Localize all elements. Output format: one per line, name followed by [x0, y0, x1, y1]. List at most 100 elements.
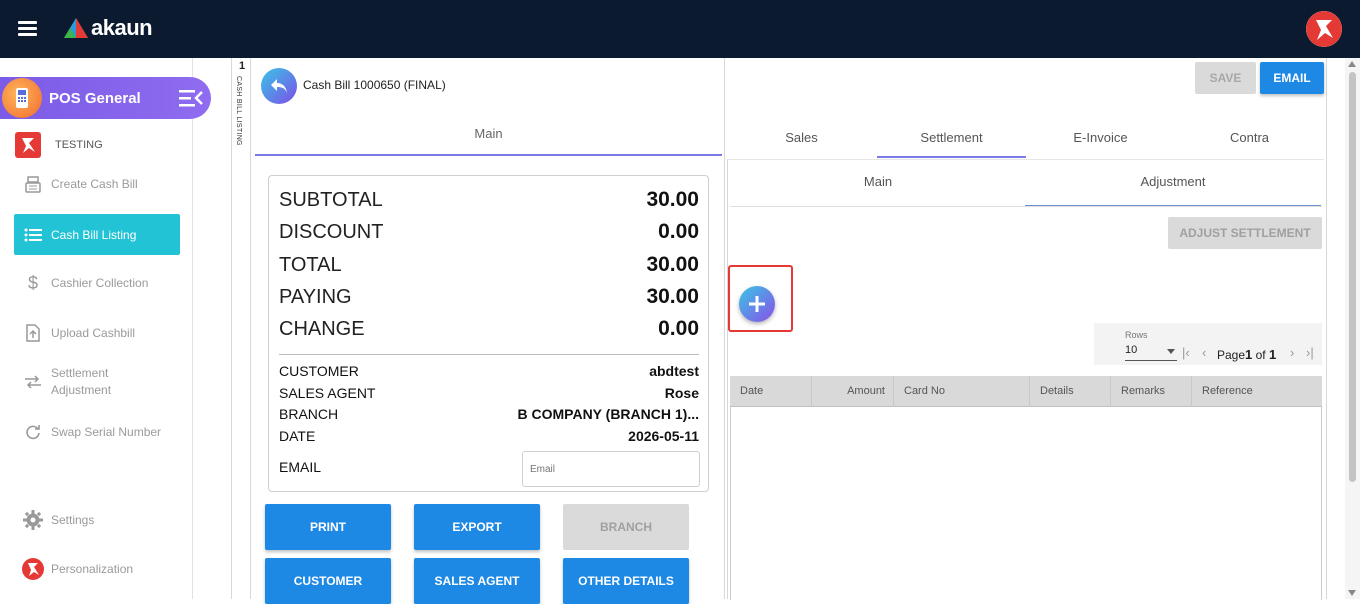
sidebar-item-label: Personalization [51, 562, 134, 576]
app-switcher[interactable]: POS General [0, 77, 211, 119]
total-pages: 1 [1268, 347, 1277, 362]
sales-agent-button[interactable]: SALES AGENT [414, 558, 540, 604]
adjust-settlement-button[interactable]: ADJUST SETTLEMENT [1168, 217, 1322, 249]
sales-agent-value: Rose [664, 385, 699, 401]
current-page: 1 [1245, 347, 1253, 362]
scroll-up-icon[interactable] [1348, 61, 1356, 67]
of-word: of [1255, 348, 1266, 362]
next-page-icon[interactable]: › [1290, 345, 1294, 360]
page-scrollbar[interactable] [1345, 58, 1360, 599]
tab-settlement[interactable]: Settlement [877, 118, 1026, 158]
paying-label: PAYING [279, 286, 352, 308]
sidebar-group-testing[interactable]: TESTING [14, 132, 180, 158]
column-header-reference[interactable]: Reference [1192, 376, 1322, 407]
back-arrow-icon [271, 79, 287, 93]
scrollbar-thumb[interactable] [1349, 72, 1356, 482]
change-value: 0.00 [658, 317, 699, 340]
top-bar: akaun [0, 0, 1360, 58]
app-name: POS General [49, 89, 141, 107]
customer-value: abdtest [649, 363, 699, 379]
sidebar-item-label: Settings [51, 513, 95, 527]
date-row: DATE 2026-05-11 [279, 428, 699, 444]
change-label: CHANGE [279, 318, 365, 340]
branch-button[interactable]: BRANCH [563, 504, 689, 550]
cash-register-icon [22, 173, 44, 195]
sales-agent-label: SALES AGENT [279, 385, 376, 401]
sidebar-item-upload-cashbill[interactable]: Upload Cashbill [14, 321, 180, 345]
column-header-details[interactable]: Details [1030, 376, 1111, 407]
customer-row: CUSTOMER abdtest [279, 363, 699, 379]
sidebar: POS General TESTING Create Cash Bill Cas… [0, 58, 211, 599]
logo-text: akaun [91, 15, 153, 40]
sidebar-item-cashier-collection[interactable]: $ Cashier Collection [14, 271, 180, 295]
settlement-panel: SAVE EMAIL Sales Settlement E-Invoice Co… [727, 58, 1327, 600]
akaun-brand-icon[interactable] [1306, 11, 1342, 47]
last-page-icon[interactable]: ›| [1306, 345, 1314, 360]
sidebar-item-create-cash-bill[interactable]: Create Cash Bill [14, 172, 180, 196]
summary-card: SUBTOTAL 30.00 DISCOUNT 0.00 TOTAL 30.00… [268, 175, 709, 492]
akaun-logo[interactable]: akaun [64, 14, 153, 42]
first-page-icon[interactable]: |‹ [1182, 345, 1190, 360]
rows-per-page-select[interactable]: 10 [1125, 344, 1177, 361]
collapse-menu-icon[interactable] [179, 89, 203, 107]
discount-label: DISCOUNT [279, 221, 384, 243]
total-label: TOTAL [279, 254, 342, 276]
sidebar-item-personalization[interactable]: Personalization [14, 557, 180, 581]
list-icon [22, 224, 44, 246]
discount-row: DISCOUNT 0.00 [279, 220, 699, 244]
column-header-amount[interactable]: Amount [812, 376, 894, 407]
column-header-remarks[interactable]: Remarks [1111, 376, 1192, 407]
sidebar-item-settlement-adjustment[interactable]: Settlement Adjustment [14, 365, 180, 399]
email-field[interactable] [522, 451, 700, 487]
tab-contra[interactable]: Contra [1175, 118, 1324, 158]
sidebar-item-settings[interactable]: Settings [14, 508, 180, 532]
customer-label: CUSTOMER [279, 363, 359, 379]
upload-file-icon [22, 322, 44, 344]
pos-app-icon [2, 78, 42, 118]
swap-horizontal-icon [22, 371, 44, 393]
adjustment-table-body [730, 407, 1322, 600]
gear-icon [22, 509, 44, 531]
listing-tab-label: CASH BILL LISTING [235, 76, 242, 146]
add-adjustment-button[interactable] [739, 286, 775, 322]
summary-divider [279, 354, 699, 355]
change-row: CHANGE 0.00 [279, 317, 699, 341]
add-button-highlight [728, 265, 793, 332]
column-header-card-no[interactable]: Card No [894, 376, 1030, 407]
scroll-down-icon[interactable] [1348, 590, 1356, 596]
hamburger-icon[interactable] [18, 21, 37, 36]
page-word: Page [1217, 348, 1246, 362]
sidebar-item-swap-serial-number[interactable]: Swap Serial Number [14, 420, 180, 444]
akaun-brand-icon [15, 132, 41, 158]
save-button[interactable]: SAVE [1195, 62, 1256, 94]
customer-button[interactable]: CUSTOMER [265, 558, 391, 604]
tab-main[interactable]: Main [255, 116, 722, 156]
prev-page-icon[interactable]: ‹ [1202, 345, 1206, 360]
other-details-button[interactable]: OTHER DETAILS [563, 558, 689, 604]
subtab-adjustment[interactable]: Adjustment [1025, 174, 1321, 206]
pagination: Rows 10 |‹ ‹ Page1 of 1 › ›| [1094, 323, 1322, 365]
print-button[interactable]: PRINT [265, 504, 391, 550]
rows-value: 10 [1125, 344, 1138, 356]
tab-sales[interactable]: Sales [727, 118, 876, 158]
subtotal-row: SUBTOTAL 30.00 [279, 188, 699, 212]
listing-tab-number: 1 [239, 60, 246, 72]
email-button[interactable]: EMAIL [1260, 62, 1324, 94]
tab-e-invoice[interactable]: E-Invoice [1026, 118, 1175, 158]
paying-value: 30.00 [646, 285, 699, 308]
page-indicator: Page1 of 1 [1217, 347, 1276, 362]
subtab-main[interactable]: Main [730, 174, 1026, 206]
sidebar-item-label: Settlement Adjustment [51, 366, 112, 397]
cash-bill-listing-side-tab[interactable]: 1 CASH BILL LISTING [231, 58, 251, 599]
branch-label: BRANCH [279, 406, 339, 422]
sidebar-group-label: TESTING [55, 139, 103, 151]
branch-value: B COMPANY (BRANCH 1)... [517, 406, 700, 422]
sidebar-item-cash-bill-listing[interactable]: Cash Bill Listing [14, 214, 180, 255]
email-row: EMAIL [279, 459, 479, 475]
back-button[interactable] [261, 68, 297, 104]
column-header-date[interactable]: Date [730, 376, 812, 407]
export-button[interactable]: EXPORT [414, 504, 540, 550]
sidebar-item-label: Swap Serial Number [51, 425, 162, 439]
sales-agent-row: SALES AGENT Rose [279, 385, 699, 401]
branch-row: BRANCH B COMPANY (BRANCH 1)... [279, 406, 699, 422]
